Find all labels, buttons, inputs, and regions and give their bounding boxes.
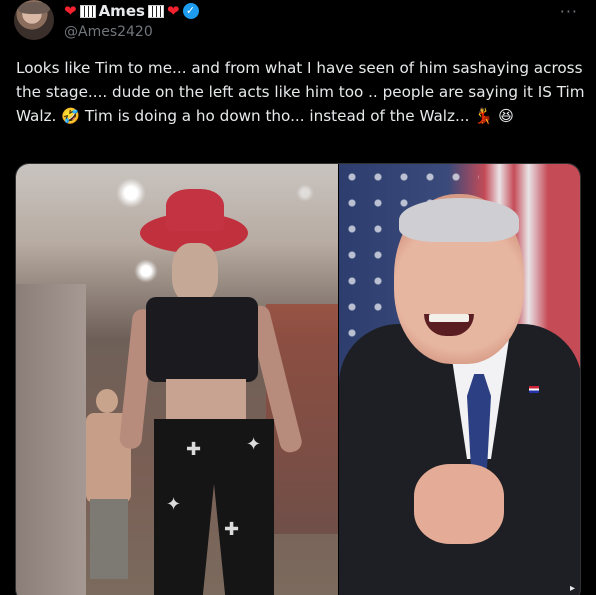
red-heart-emoji: ❤: [166, 2, 180, 20]
more-options-icon[interactable]: ···: [560, 2, 578, 21]
flag-pin-icon: [529, 386, 539, 393]
media-image-right[interactable]: [339, 164, 580, 595]
clasped-hands: [414, 464, 504, 544]
tweet-header: ❤ Ames ❤ ✓ @Ames2420: [64, 2, 199, 40]
tweet-text: Looks like Tim to me... and from what I …: [16, 59, 585, 125]
expand-media-icon[interactable]: ▸: [570, 583, 575, 594]
gray-hair: [399, 198, 519, 242]
teeth: [429, 314, 469, 322]
display-name[interactable]: Ames: [99, 2, 145, 20]
doorway: [16, 284, 86, 595]
piano-keys-emoji: [79, 4, 96, 18]
display-name-row[interactable]: ❤ Ames ❤ ✓: [64, 2, 199, 20]
tweet-media[interactable]: ✚ ✦ ✚ ✦: [15, 163, 581, 595]
cowboy-hat-dancer: ✚ ✦ ✚ ✦: [118, 189, 326, 595]
media-image-left[interactable]: ✚ ✦ ✚ ✦: [16, 164, 338, 595]
red-heart-emoji: ❤: [64, 2, 77, 20]
piano-keys-emoji: [147, 4, 164, 18]
verified-badge-icon: ✓: [182, 3, 199, 19]
user-avatar[interactable]: [14, 0, 54, 40]
user-handle[interactable]: @Ames2420: [64, 24, 199, 40]
